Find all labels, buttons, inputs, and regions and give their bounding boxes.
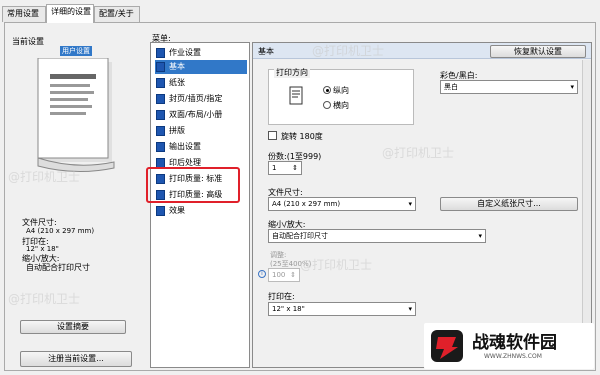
chevron-down-icon: ▾	[570, 83, 574, 91]
menu-item-paper[interactable]: 纸张	[155, 76, 247, 90]
menu-item-label: 输出设置	[169, 142, 201, 151]
site-logo: 战魂软件园 WWW.ZHNWS.COM	[424, 323, 594, 369]
left-paper-size-value: A4 (210 x 297 mm)	[26, 227, 95, 235]
menu-item-label: 效果	[169, 206, 185, 215]
logo-url: WWW.ZHNWS.COM	[484, 353, 542, 360]
paper-size-select[interactable]: A4 (210 x 297 mm) ▾	[268, 197, 416, 211]
watermark: @打印机卫士	[8, 292, 81, 306]
left-zoom-value: 自动配合打印尺寸	[26, 263, 90, 272]
landscape-radio[interactable]	[323, 101, 331, 109]
user-defined-badge: 用户设置	[60, 46, 92, 56]
menu-item-label: 作业设置	[169, 48, 201, 57]
menu-item-label: 拼版	[169, 126, 185, 135]
portrait-page-icon	[289, 86, 303, 105]
spinner-icon: ⇕	[292, 164, 298, 172]
portrait-radio[interactable]	[323, 86, 331, 94]
tab-general[interactable]: 常用设置	[2, 6, 46, 22]
cover-icon	[156, 94, 165, 104]
effects-icon	[156, 206, 165, 216]
info-icon: i	[258, 270, 266, 278]
settings-summary-button[interactable]: 设置摘要	[20, 320, 126, 334]
paper-icon	[156, 78, 165, 88]
menu-item-duplex[interactable]: 双面/布局/小册	[155, 108, 247, 122]
main-header: 基本	[258, 47, 274, 56]
portrait-label: 纵向	[333, 86, 349, 95]
menu-item-label: 封页/插页/指定	[169, 94, 223, 103]
left-print-on-value: 12" x 18"	[26, 245, 59, 253]
output-icon	[156, 142, 165, 152]
chevron-down-icon: ▾	[478, 232, 482, 240]
logo-text: 战魂软件园	[472, 333, 557, 353]
copies-value: 1	[272, 164, 277, 172]
zoom-select[interactable]: 自动配合打印尺寸 ▾	[268, 229, 486, 243]
chevron-down-icon: ▾	[408, 305, 412, 313]
color-mode-value: 黑白	[444, 83, 458, 91]
menu-item-label: 基本	[169, 62, 185, 71]
duplex-icon	[156, 110, 165, 120]
chevron-down-icon: ▾	[408, 200, 412, 208]
basic-icon	[156, 62, 165, 72]
custom-paper-size-button[interactable]: 自定义纸张尺寸...	[440, 197, 578, 211]
watermark: @打印机卫士	[8, 170, 81, 184]
highlight-box	[146, 167, 240, 203]
copies-input[interactable]: 1 ⇕	[268, 161, 302, 175]
landscape-label: 横向	[333, 101, 349, 110]
rotate-checkbox[interactable]	[268, 131, 277, 140]
zoom-percent-input[interactable]: 100 ⇕	[268, 268, 300, 282]
menu-item-cover[interactable]: 封页/插页/指定	[155, 92, 247, 106]
watermark: @打印机卫士	[382, 146, 455, 160]
menu-list: 作业设置 基本 纸张 封页/插页/指定 双面/布局/小册 拼版 输出设置 印后处…	[150, 42, 250, 368]
zoom-value: 自动配合打印尺寸	[272, 232, 328, 240]
paper-size-value: A4 (210 x 297 mm)	[272, 200, 341, 208]
tab-config[interactable]: 配置/关于	[94, 6, 140, 22]
watermark: @打印机卫士	[312, 44, 385, 58]
menu-item-label: 双面/布局/小册	[169, 110, 223, 119]
job-icon	[156, 48, 165, 58]
menu-item-basic[interactable]: 基本	[155, 60, 247, 74]
rotate-label: 旋转 180度	[281, 132, 323, 141]
print-on-select[interactable]: 12" x 18" ▾	[268, 302, 416, 316]
print-on-value: 12" x 18"	[272, 305, 305, 313]
current-settings-label: 当前设置	[12, 37, 44, 46]
print-on-label: 打印在:	[268, 292, 295, 301]
color-mode-select[interactable]: 黑白 ▾	[440, 80, 578, 94]
menu-item-effects[interactable]: 效果	[155, 204, 247, 218]
menu-item-imposition[interactable]: 拼版	[155, 124, 247, 138]
restore-defaults-button[interactable]: 恢复默认设置	[490, 45, 586, 58]
menu-item-label: 印后处理	[169, 158, 201, 167]
watermark: @打印机卫士	[300, 258, 373, 272]
scrollbar[interactable]	[582, 60, 591, 367]
menu-item-label: 纸张	[169, 78, 185, 87]
menu-item-job[interactable]: 作业设置	[155, 46, 247, 60]
paper-preview-icon	[37, 58, 115, 173]
menu-item-output[interactable]: 输出设置	[155, 140, 247, 154]
logo-emblem-icon	[431, 330, 463, 362]
zoom-percent-value: 100	[272, 271, 286, 279]
imposition-icon	[156, 126, 165, 136]
tab-bar: 常用设置 详细的设置 配置/关于	[0, 0, 600, 23]
spinner-icon: ⇕	[290, 271, 296, 279]
tab-detailed[interactable]: 详细的设置	[46, 4, 94, 23]
orientation-title: 打印方向	[274, 67, 310, 78]
register-settings-button[interactable]: 注册当前设置...	[20, 351, 132, 367]
